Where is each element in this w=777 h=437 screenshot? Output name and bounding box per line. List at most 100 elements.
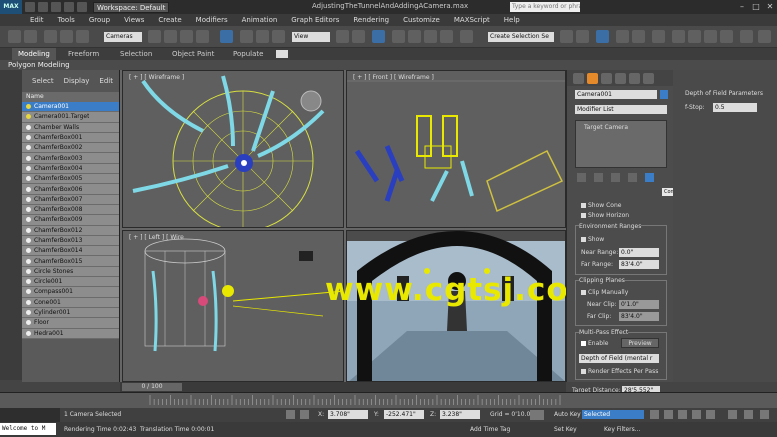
keyboard-shortcut-toggle-icon[interactable] [372, 30, 385, 43]
angle-snap-icon[interactable] [408, 30, 421, 43]
go-to-end-icon[interactable] [706, 410, 715, 419]
visibility-icon[interactable] [26, 165, 31, 171]
far-range-field[interactable]: 83'4.0" [619, 260, 659, 269]
viewport-top-left[interactable]: [ + ] [ Wireframe ] [122, 70, 344, 228]
key-filters-button[interactable]: Key Filters... [604, 426, 641, 433]
list-item[interactable]: ChamferBox007 [22, 194, 119, 205]
visibility-icon[interactable] [26, 248, 31, 254]
list-item[interactable]: Circle Stones [22, 266, 119, 278]
maxscript-listener-field[interactable]: Welcome to M [0, 423, 56, 435]
visibility-icon[interactable] [26, 310, 31, 316]
key-icon[interactable] [530, 410, 544, 420]
maximize-icon[interactable]: □ [749, 0, 763, 13]
auto-key-mode-dropdown[interactable]: Selected [582, 410, 644, 419]
menu-group[interactable]: Group [89, 16, 110, 24]
snaps-toggle-icon[interactable] [392, 30, 405, 43]
visibility-icon[interactable] [26, 196, 31, 202]
list-item[interactable]: Circle001 [22, 277, 119, 288]
material-editor-icon[interactable] [652, 30, 665, 43]
add-time-tag[interactable]: Add Time Tag [470, 426, 510, 433]
visibility-icon[interactable] [26, 155, 31, 161]
visibility-icon[interactable] [26, 145, 31, 151]
visibility-icon[interactable] [26, 320, 31, 326]
tab-freeform[interactable]: Freeform [68, 48, 99, 60]
list-item[interactable]: Camera001.Target [22, 112, 119, 123]
select-manipulate-icon[interactable] [352, 30, 365, 43]
clip-manually-checkbox[interactable]: Clip Manually [581, 289, 628, 296]
stack-item-target-camera[interactable]: Target Camera [584, 124, 628, 131]
fstop-field[interactable]: 0.5 [713, 103, 757, 112]
schematic-view-icon[interactable] [632, 30, 645, 43]
edit-named-selection-icon[interactable] [460, 30, 473, 43]
list-item[interactable]: Chamber Walls [22, 122, 119, 133]
effect-dropdown[interactable]: Depth of Field (mental r [579, 354, 659, 363]
redo-icon[interactable] [77, 2, 87, 12]
pivot-center-icon[interactable] [336, 30, 349, 43]
visibility-icon[interactable] [26, 289, 31, 295]
list-item[interactable]: ChamferBox015 [22, 256, 119, 267]
visibility-icon[interactable] [26, 279, 31, 285]
a360-render-icon[interactable] [740, 30, 753, 43]
menu-rendering[interactable]: Rendering [353, 16, 389, 24]
frame-counter[interactable]: 0 / 100 [122, 383, 182, 391]
pin-stack-icon[interactable] [577, 173, 586, 182]
se-menu-select[interactable]: Select [32, 77, 54, 85]
x-coord-field[interactable]: 3.708" [328, 410, 368, 419]
extended-tools-icon[interactable] [758, 30, 771, 43]
tab-modeling[interactable]: Modeling [12, 48, 56, 60]
near-clip-field[interactable]: 0'1.0" [619, 300, 659, 309]
lock-selection-icon[interactable] [286, 410, 295, 419]
render-iterative-icon[interactable] [720, 30, 733, 43]
menu-graph-editors[interactable]: Graph Editors [291, 16, 339, 24]
list-item[interactable]: ChamferBox012 [22, 225, 119, 236]
scene-explorer-toggle-icon[interactable] [596, 30, 609, 43]
viewport-label[interactable]: [ + ] [ Left ] [ Wire [129, 234, 184, 241]
visibility-icon[interactable] [26, 124, 31, 130]
window-crossing-icon[interactable] [196, 30, 209, 43]
show-end-result-icon[interactable] [594, 173, 603, 182]
visibility-icon[interactable] [26, 114, 31, 120]
list-item[interactable]: Cone001 [22, 297, 119, 308]
mirror-icon[interactable] [560, 30, 573, 43]
percent-snap-icon[interactable] [424, 30, 437, 43]
menu-maxscript[interactable]: MAXScript [454, 16, 490, 24]
utilities-tab-icon[interactable] [643, 72, 654, 84]
curve-editor-icon[interactable] [616, 30, 629, 43]
list-item[interactable]: ChamferBox003 [22, 153, 119, 164]
auto-key-button[interactable]: Auto Key [554, 411, 581, 418]
visibility-icon[interactable] [26, 207, 31, 213]
new-file-icon[interactable] [25, 2, 35, 12]
reference-coord-dropdown[interactable]: View [292, 32, 330, 42]
visibility-icon[interactable] [26, 258, 31, 264]
app-logo[interactable]: MAX [0, 0, 22, 14]
zoom-icon[interactable] [728, 410, 737, 419]
viewport-label[interactable]: [ + ] [ Wireframe ] [129, 74, 184, 81]
list-item[interactable]: Camera001 [22, 102, 119, 113]
undo-icon[interactable] [64, 2, 74, 12]
menu-tools[interactable]: Tools [58, 16, 75, 24]
object-name-field[interactable]: Camera001 [575, 90, 657, 99]
time-slider[interactable]: 0 / 100 [120, 382, 566, 392]
menu-create[interactable]: Create [158, 16, 181, 24]
workspace-dropdown[interactable]: Workspace: Default [93, 1, 170, 13]
render-effects-checkbox[interactable]: Render Effects Per Pass [581, 368, 658, 375]
play-icon[interactable] [678, 410, 687, 419]
list-item[interactable]: ChamferBox014 [22, 246, 119, 257]
save-file-icon[interactable] [51, 2, 61, 12]
menu-animation[interactable]: Animation [242, 16, 278, 24]
tab-selection[interactable]: Selection [120, 48, 152, 60]
menu-help[interactable]: Help [504, 16, 520, 24]
close-icon[interactable]: ✕ [763, 0, 777, 13]
open-file-icon[interactable] [38, 2, 48, 12]
list-item[interactable]: ChamferBox009 [22, 215, 119, 226]
z-coord-field[interactable]: 3.238" [440, 410, 480, 419]
column-header-name[interactable]: Name [22, 92, 119, 102]
visibility-icon[interactable] [26, 227, 31, 233]
create-tab-icon[interactable] [573, 72, 584, 84]
tab-populate[interactable]: Populate [233, 48, 263, 60]
configure-modifier-sets-icon[interactable] [645, 173, 654, 182]
list-item[interactable]: Compass001 [22, 287, 119, 298]
modifier-list-dropdown[interactable]: Modifier List [575, 105, 667, 114]
menu-views[interactable]: Views [124, 16, 144, 24]
object-color-swatch[interactable] [660, 90, 668, 99]
